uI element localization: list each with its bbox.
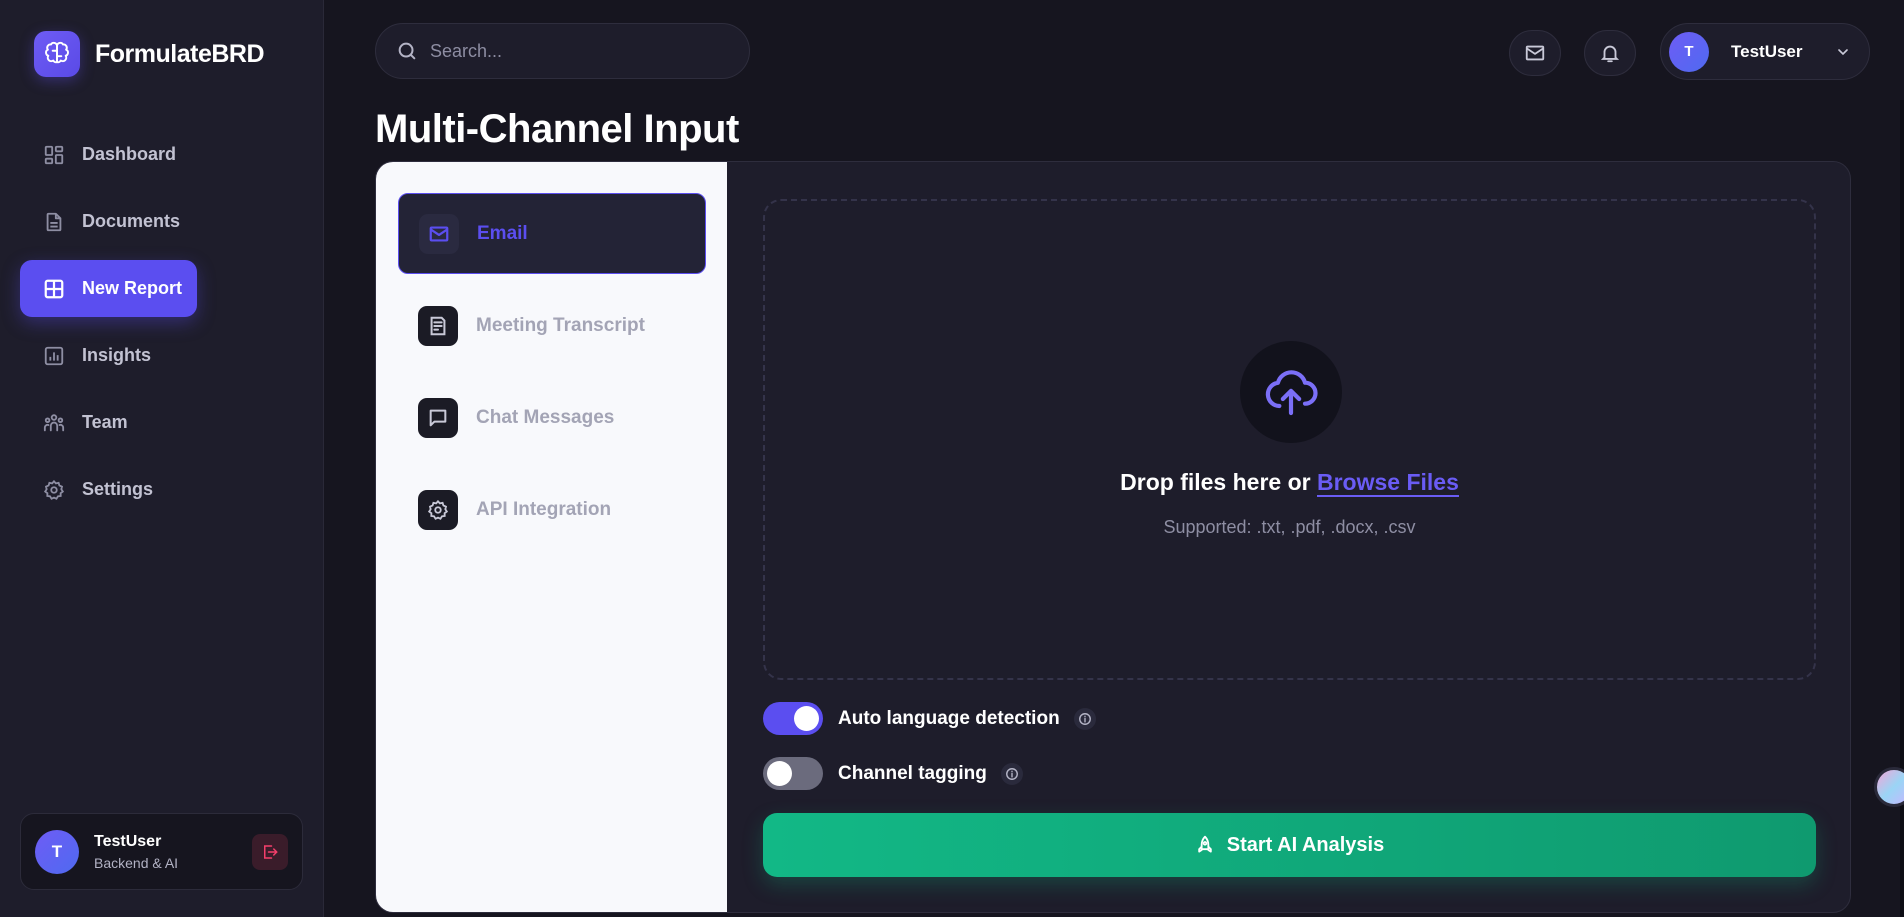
sidebar-item-label: New Report: [82, 278, 183, 298]
mail-icon: [1525, 45, 1545, 61]
channel-label: Email: [477, 222, 528, 244]
profile-menu[interactable]: T TestUser: [1660, 23, 1870, 80]
sidebar-item-label: Insights: [82, 345, 152, 365]
start-button-label: Start AI Analysis: [1226, 833, 1385, 856]
option-channel-tagging: Channel tagging: [763, 757, 1023, 790]
sidebar-item-dashboard[interactable]: Dashboard: [20, 126, 304, 183]
supported-formats: Supported: .txt, .pdf, .docx, .csv: [1163, 517, 1416, 537]
sidebar: FormulateBRD Dashboard Documents New Rep…: [0, 0, 324, 917]
sidebar-item-team[interactable]: Team: [20, 394, 304, 451]
channel-label: API Integration: [476, 498, 612, 520]
logout-button[interactable]: [252, 833, 288, 870]
avatar[interactable]: T: [35, 829, 79, 874]
grid-plus-icon: [42, 277, 66, 301]
input-panel: Email Meeting Transcript Chat Messages A…: [375, 161, 1851, 913]
user-role: Backend & AI: [94, 854, 179, 871]
brain-icon: [34, 31, 80, 77]
notifications-button[interactable]: [1584, 30, 1636, 76]
channel-email[interactable]: Email: [398, 193, 706, 274]
user-info: TestUser Backend & AI: [94, 833, 252, 871]
team-icon: [42, 411, 66, 435]
search-bar[interactable]: [375, 23, 750, 79]
cloud-upload-icon: [1240, 341, 1342, 443]
sidebar-item-documents[interactable]: Documents: [20, 193, 304, 250]
sidebar-user-card: T TestUser Backend & AI: [20, 813, 303, 890]
bar-chart-icon: [42, 344, 66, 368]
toggle-label: Channel tagging: [838, 762, 987, 784]
toggle-label: Auto language detection: [838, 707, 1060, 729]
start-ai-analysis-button[interactable]: Start AI Analysis: [763, 813, 1816, 877]
brand[interactable]: FormulateBRD: [34, 31, 265, 77]
channel-api-integration[interactable]: API Integration: [398, 469, 706, 550]
toggle-knob: [767, 761, 792, 786]
toggle-knob: [794, 706, 819, 731]
file-dropzone[interactable]: Drop files here or Browse Files Supporte…: [763, 199, 1816, 680]
chat-icon: [418, 397, 458, 438]
info-icon[interactable]: [1073, 707, 1096, 730]
user-name: TestUser: [94, 832, 162, 850]
sidebar-item-settings[interactable]: Settings: [20, 461, 304, 518]
dashboard-icon: [42, 143, 66, 167]
mail-icon: [419, 213, 459, 254]
bell-icon: [1600, 45, 1620, 63]
sidebar-item-insights[interactable]: Insights: [20, 327, 304, 384]
messages-button[interactable]: [1509, 30, 1561, 76]
gear-icon: [42, 478, 66, 502]
info-icon[interactable]: [1000, 762, 1023, 785]
rocket-icon: [1198, 835, 1212, 853]
search-icon: [398, 42, 416, 60]
avatar: T: [1669, 31, 1709, 72]
sidebar-item-label: Dashboard: [82, 144, 177, 164]
sidebar-item-new-report[interactable]: New Report: [20, 260, 197, 317]
brand-name: FormulateBRD: [95, 39, 265, 68]
channel-label: Meeting Transcript: [476, 314, 645, 336]
channel-label: Chat Messages: [476, 406, 615, 428]
api-gear-icon: [418, 489, 458, 530]
transcript-icon: [418, 305, 458, 346]
search-input[interactable]: [430, 40, 730, 62]
channel-list: Email Meeting Transcript Chat Messages A…: [376, 162, 727, 912]
channel-meeting-transcript[interactable]: Meeting Transcript: [398, 285, 706, 366]
logout-icon: [264, 844, 278, 859]
page-title: Multi-Channel Input: [375, 107, 739, 151]
sidebar-item-label: Team: [82, 412, 128, 432]
sidebar-item-label: Settings: [82, 479, 154, 499]
auto-language-toggle[interactable]: [763, 702, 823, 735]
channel-chat-messages[interactable]: Chat Messages: [398, 377, 706, 458]
channel-tagging-toggle[interactable]: [763, 757, 823, 790]
drop-instructions: Drop files here or Browse Files: [765, 469, 1814, 497]
chevron-down-icon: [1838, 48, 1848, 55]
profile-name: TestUser: [1731, 41, 1803, 61]
sidebar-nav: Dashboard Documents New Report Insights …: [20, 126, 304, 528]
option-auto-language-detection: Auto language detection: [763, 702, 1096, 735]
drop-text: Drop files here or: [1120, 469, 1311, 495]
browse-files-link[interactable]: Browse Files: [1316, 469, 1459, 497]
sidebar-item-label: Documents: [82, 211, 181, 231]
assistant-bubble-icon[interactable]: [1874, 767, 1904, 807]
document-icon: [42, 210, 66, 234]
